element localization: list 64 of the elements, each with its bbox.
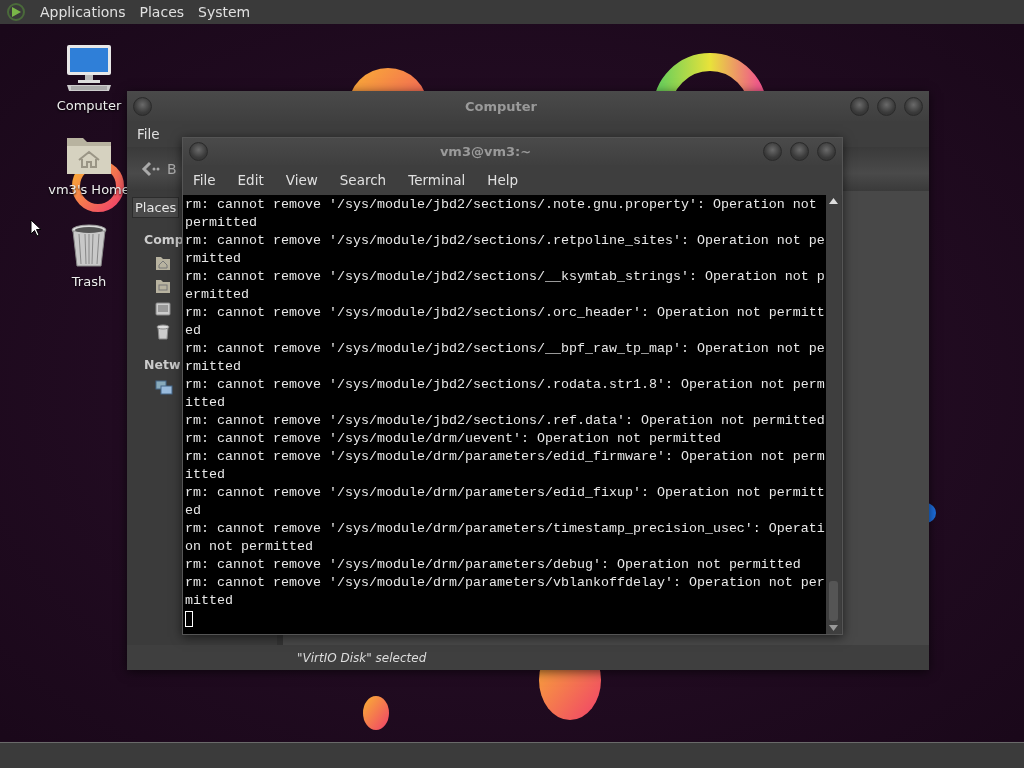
terminal-line: itted (185, 394, 226, 412)
scroll-down-icon[interactable] (829, 625, 838, 631)
back-button[interactable]: B (137, 157, 181, 181)
window-title: vm3@vm3:~ (438, 144, 533, 159)
terminal-line: mitted (185, 592, 234, 610)
sidebar-heading: Comp (144, 232, 184, 247)
terminal-line: itted (185, 466, 226, 484)
window-button[interactable] (877, 96, 896, 116)
icon-label[interactable]: Computer (56, 98, 122, 113)
folder-icon[interactable] (155, 277, 171, 294)
terminal-line: ed (185, 502, 202, 520)
terminal-line: rm: cannot remove '/sys/module/drm/parameters/debug': Operation not permitted (185, 556, 802, 574)
scrollbar[interactable] (826, 195, 841, 634)
window-button[interactable] (189, 142, 208, 161)
terminal-line: rm: cannot remove '/sys/module/jbd2/sections/.note.gnu.property': Operation not (185, 196, 818, 214)
sidebar-selector[interactable]: Places (132, 197, 180, 218)
terminal-line: rmitted (185, 250, 242, 268)
terminal-line: rm: cannot remove '/sys/module/jbd2/sections/__ksymtab_strings': Operation not p (185, 268, 826, 286)
menu-item[interactable]: Terminal (408, 172, 477, 188)
status-text: "VirtIO Disk" selected (297, 650, 427, 665)
menu-item[interactable]: File (137, 126, 171, 142)
terminal-line: rm: cannot remove '/sys/module/drm/parameters/edid_firmware': Operation not perm (185, 448, 826, 466)
text-cursor (185, 611, 193, 627)
menu-item[interactable]: Help (487, 172, 530, 188)
back-arrow-icon (141, 161, 161, 177)
scroll-up-icon[interactable] (829, 198, 838, 204)
window-button[interactable] (133, 96, 152, 116)
panel-menu[interactable]: Places (139, 4, 185, 20)
computer-icon[interactable] (64, 44, 114, 92)
drive-icon[interactable] (155, 300, 171, 317)
terminal-line: rm: cannot remove '/sys/module/jbd2/sections/__bpf_raw_tp_map': Operation not pe (185, 340, 826, 358)
terminal-line: rm: cannot remove '/sys/module/drm/uevent': Operation not permitted (185, 430, 722, 448)
icon-label[interactable]: Trash (71, 274, 107, 289)
terminal-line: permitted (185, 214, 258, 232)
terminal-line: rm: cannot remove '/sys/module/drm/parameters/vblankoffdelay': Operation not per (185, 574, 826, 592)
menu-item[interactable]: View (285, 172, 329, 188)
mouse-pointer-icon (30, 219, 42, 237)
window-button[interactable] (817, 142, 836, 161)
trash-icon[interactable] (69, 224, 109, 268)
menu-item[interactable]: Edit (237, 172, 275, 188)
panel-menu[interactable]: System (198, 4, 251, 20)
terminal-line: ed (185, 322, 202, 340)
trash-icon[interactable] (155, 323, 171, 340)
terminal-line: rm: cannot remove '/sys/module/jbd2/sections/.ref.data': Operation not permitted (185, 412, 826, 430)
terminal-line: rm: cannot remove '/sys/module/jbd2/sections/.rodata.str1.8': Operation not perm (185, 376, 826, 394)
menu-item[interactable]: File (193, 172, 227, 188)
terminal-line: rm: cannot remove '/sys/module/jbd2/sections/.orc_header': Operation not permitt (185, 304, 826, 322)
play-logo-icon[interactable] (6, 2, 26, 22)
terminal-line: on not permitted (185, 538, 314, 556)
terminal-line: rm: cannot remove '/sys/module/drm/parameters/timestamp_precision_usec': Operati (185, 520, 826, 538)
terminal-line: ermitted (185, 286, 250, 304)
terminal-line: rm: cannot remove '/sys/module/drm/parameters/edid_fixup': Operation not permitt (185, 484, 826, 502)
sidebar-heading: Netw (144, 357, 181, 372)
window-button[interactable] (763, 142, 782, 161)
menu-item[interactable]: Search (339, 172, 398, 188)
terminal-line: rmitted (185, 358, 242, 376)
window-button[interactable] (850, 96, 869, 116)
panel-menu[interactable]: Applications (40, 4, 126, 20)
window-button[interactable] (790, 142, 809, 161)
terminal-line: rm: cannot remove '/sys/module/jbd2/sections/.retpoline_sites': Operation not pe (185, 232, 826, 250)
home-folder-icon[interactable] (155, 254, 171, 271)
window-button[interactable] (904, 96, 923, 116)
window-title: Computer (464, 98, 538, 114)
network-icon[interactable] (155, 379, 173, 396)
